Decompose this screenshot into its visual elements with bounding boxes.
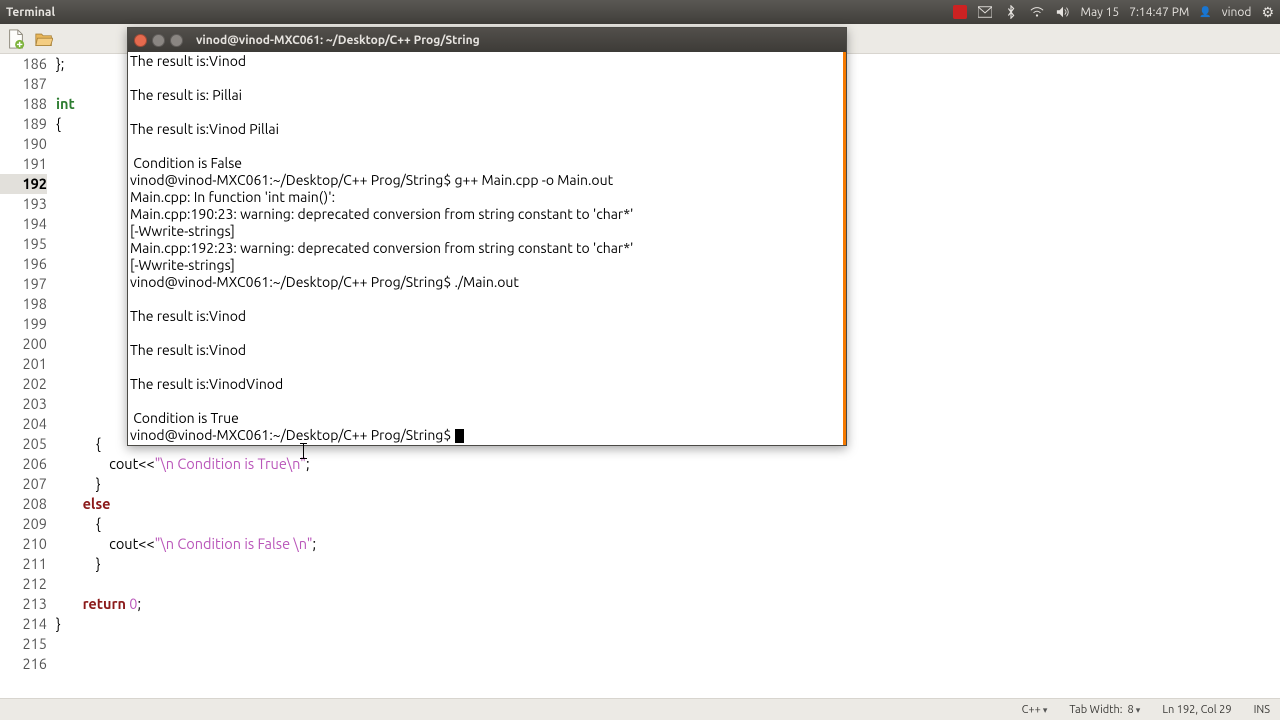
window-minimize-button[interactable] <box>152 34 165 47</box>
terminal-window[interactable]: vinod@vinod-MXC061: ~/Desktop/C++ Prog/S… <box>127 27 847 446</box>
window-maximize-button[interactable] <box>170 34 183 47</box>
line-number-gutter: 1861871881891901911921931941951961971981… <box>0 54 56 698</box>
status-bar: C++ Tab Width: 8 Ln 192, Col 29 INS <box>0 698 1280 720</box>
status-cursor-position: Ln 192, Col 29 <box>1162 704 1231 716</box>
status-insert-mode[interactable]: INS <box>1254 704 1270 716</box>
warning-indicator-icon[interactable] <box>953 5 967 19</box>
active-app-label: Terminal <box>6 6 55 19</box>
open-file-button[interactable] <box>32 27 56 51</box>
window-close-button[interactable] <box>134 34 147 47</box>
bluetooth-icon[interactable] <box>1003 4 1019 20</box>
volume-icon[interactable] <box>1055 4 1071 20</box>
terminal-body[interactable]: The result is:Vinod The result is: Pilla… <box>128 52 846 445</box>
clock-date[interactable]: May 15 <box>1081 6 1120 19</box>
status-language[interactable]: C++ <box>1022 704 1048 716</box>
user-icon: 👤 <box>1199 6 1211 18</box>
top-panel: Terminal May 15 7:14:47 PM 👤 vinod ⚙ <box>0 0 1280 24</box>
new-file-button[interactable] <box>4 27 28 51</box>
system-tray: May 15 7:14:47 PM 👤 vinod ⚙ <box>953 4 1274 21</box>
terminal-title: vinod@vinod-MXC061: ~/Desktop/C++ Prog/S… <box>196 34 480 47</box>
terminal-titlebar[interactable]: vinod@vinod-MXC061: ~/Desktop/C++ Prog/S… <box>128 28 846 52</box>
settings-icon[interactable]: ⚙ <box>1261 4 1274 21</box>
clock-time[interactable]: 7:14:47 PM <box>1129 6 1189 19</box>
user-name[interactable]: vinod <box>1222 6 1252 19</box>
status-tab-width[interactable]: Tab Width: 8 <box>1069 704 1140 716</box>
wifi-icon[interactable] <box>1029 4 1045 20</box>
mail-icon[interactable] <box>977 4 993 20</box>
